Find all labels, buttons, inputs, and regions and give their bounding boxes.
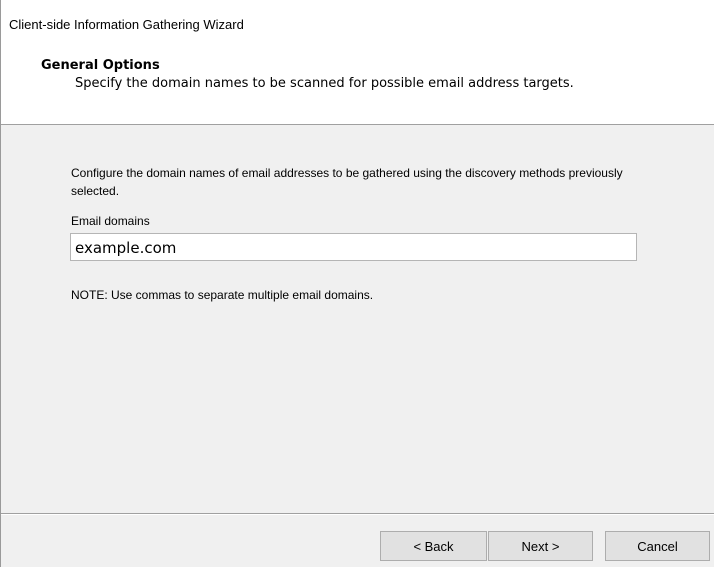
wizard-header: General Options Specify the domain names… — [1, 42, 714, 125]
page-title: General Options — [41, 58, 160, 73]
back-button[interactable]: < Back — [380, 531, 487, 561]
wizard-content: Configure the domain names of email addr… — [1, 125, 714, 513]
email-domains-input[interactable] — [70, 233, 637, 261]
next-button[interactable]: Next > — [488, 531, 593, 561]
window-title: Client-side Information Gathering Wizard — [9, 17, 244, 32]
cancel-button[interactable]: Cancel — [605, 531, 710, 561]
intro-text: Configure the domain names of email addr… — [71, 166, 623, 198]
wizard-window: Client-side Information Gathering Wizard… — [0, 0, 714, 567]
note-text: NOTE: Use commas to separate multiple em… — [71, 288, 374, 302]
page-description: Specify the domain names to be scanned f… — [75, 76, 574, 91]
footer-divider-highlight — [1, 514, 714, 515]
title-bar: Client-side Information Gathering Wizard — [1, 0, 714, 42]
email-domains-label: Email domains — [71, 214, 150, 228]
